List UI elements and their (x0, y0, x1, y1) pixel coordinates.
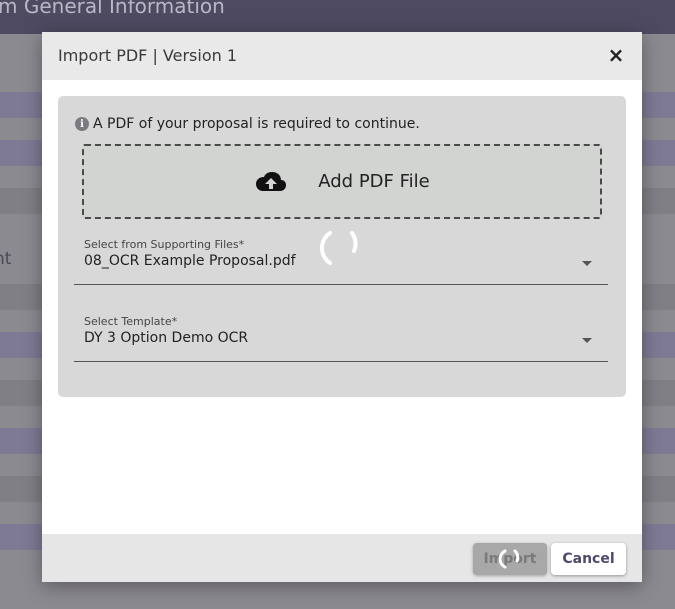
import-pdf-modal: Import PDF | Version 1 × i A PDF of your… (42, 32, 642, 582)
add-pdf-label: Add PDF File (318, 171, 430, 192)
modal-header: Import PDF | Version 1 × (42, 32, 642, 80)
info-icon: i (75, 117, 89, 131)
background-header: m General Information (0, 0, 675, 34)
supporting-files-select[interactable]: Select from Supporting Files* 08_OCR Exa… (74, 238, 608, 285)
template-select[interactable]: Select Template* DY 3 Option Demo OCR (74, 315, 608, 362)
caret-down-icon (582, 261, 592, 266)
import-button[interactable]: Import (473, 543, 547, 575)
close-icon[interactable]: × (606, 43, 626, 67)
add-pdf-dropzone[interactable]: Add PDF File (82, 144, 602, 219)
modal-title: Import PDF | Version 1 (58, 46, 238, 65)
notice-text: A PDF of your proposal is required to co… (93, 116, 420, 132)
background-side-text: nt (0, 249, 12, 269)
caret-down-icon (582, 338, 592, 343)
template-label: Select Template* (84, 315, 178, 328)
supporting-files-value: 08_OCR Example Proposal.pdf (84, 253, 296, 269)
cloud-upload-icon (256, 171, 287, 191)
cancel-button[interactable]: Cancel (551, 543, 626, 575)
requirement-notice: i A PDF of your proposal is required to … (75, 116, 420, 132)
loading-spinner-icon (499, 549, 520, 569)
template-value: DY 3 Option Demo OCR (84, 330, 249, 346)
cancel-button-label: Cancel (562, 551, 615, 567)
import-card: i A PDF of your proposal is required to … (58, 96, 626, 397)
supporting-files-label: Select from Supporting Files* (84, 238, 245, 251)
modal-footer: Import Cancel (42, 534, 642, 582)
background-page-title: m General Information (0, 0, 225, 18)
